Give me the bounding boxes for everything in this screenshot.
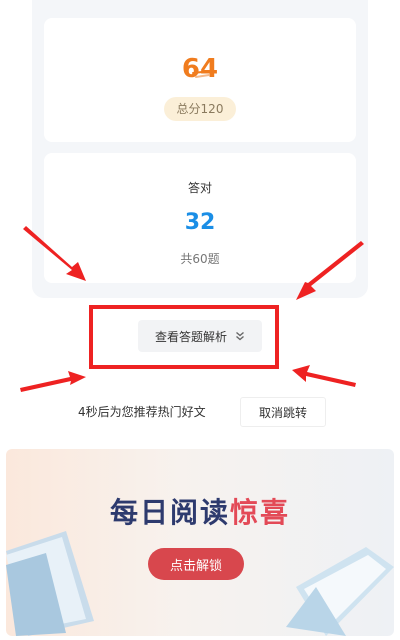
book-illustration-icon bbox=[6, 531, 94, 636]
daily-reading-banner[interactable]: 每日阅读惊喜 点击解锁 bbox=[6, 449, 394, 636]
redirect-countdown-text: 4秒后为您推荐热门好文 bbox=[78, 405, 206, 419]
unlock-button[interactable]: 点击解锁 bbox=[148, 548, 244, 580]
correct-label: 答对 bbox=[187, 181, 212, 195]
score-card: 64 总分120 bbox=[44, 18, 356, 142]
banner-title: 每日阅读惊喜 bbox=[6, 491, 394, 531]
view-analysis-button[interactable]: 查看答题解析 bbox=[138, 320, 262, 352]
correct-card: 答对 32 共60题 bbox=[44, 153, 356, 283]
banner-title-main: 每日阅读 bbox=[109, 496, 230, 529]
arrow-icon bbox=[292, 365, 356, 387]
view-analysis-label: 查看答题解析 bbox=[154, 329, 227, 344]
cancel-redirect-button[interactable]: 取消跳转 bbox=[240, 397, 326, 427]
banner-title-accent: 惊喜 bbox=[230, 496, 291, 529]
double-chevron-down-icon bbox=[236, 331, 244, 341]
score-underline-icon bbox=[192, 70, 212, 78]
book-illustration-icon bbox=[286, 547, 394, 636]
question-count: 共60题 bbox=[180, 252, 220, 266]
total-score-badge: 总分120 bbox=[164, 97, 236, 121]
correct-value: 32 bbox=[184, 210, 216, 235]
arrow-icon bbox=[20, 371, 86, 392]
